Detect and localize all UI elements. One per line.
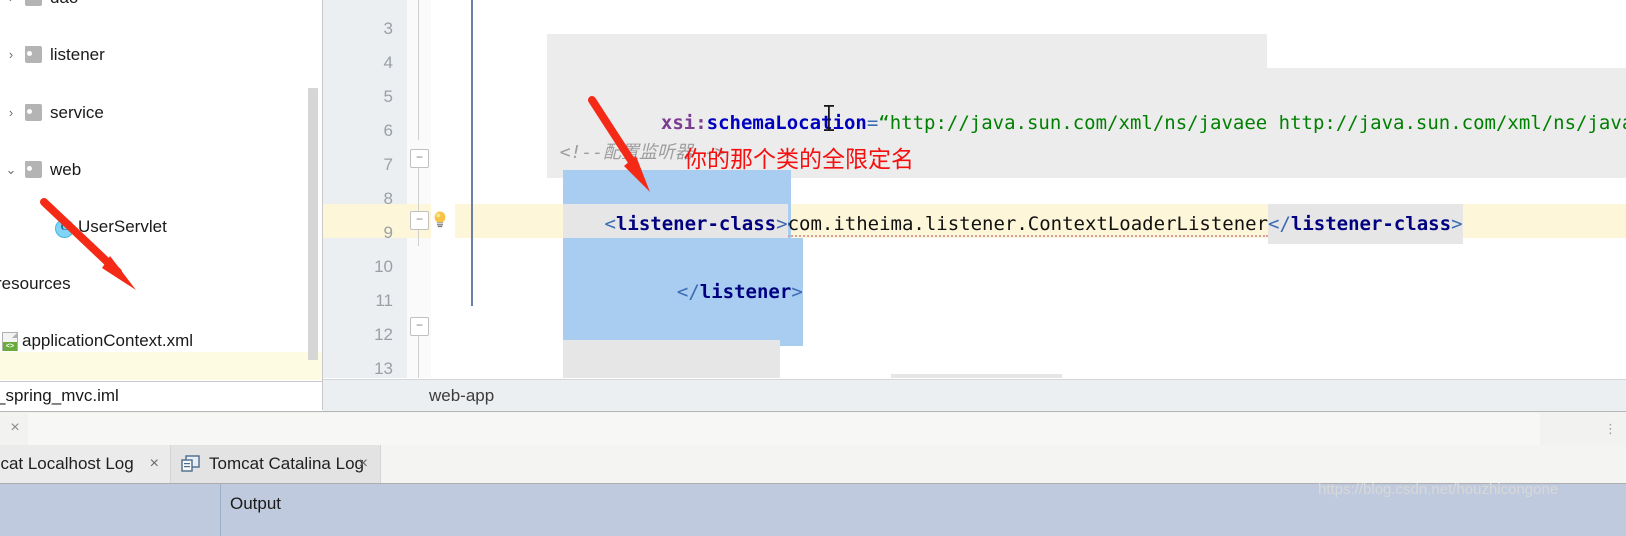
tool-window[interactable]: × ⋮ ncat Localhost Log × Tomcat Catalina… (0, 411, 1626, 536)
code-token-string: “http://java.sun.com/xml/ns/javaee http:… (878, 112, 1626, 134)
code-line-8[interactable]: <listener-class>com.itheima.listener.Con… (471, 170, 1463, 244)
watermark: https://blog.csdn.net/houzhicongone (1318, 481, 1559, 498)
code-line-9[interactable]: </listener> (471, 204, 803, 346)
tree-item-label: listener (50, 45, 105, 64)
tree-item-web[interactable]: ⌄ web (0, 155, 322, 184)
tree-item-dao[interactable]: › dao (0, 0, 322, 12)
tree-item-listener[interactable]: › listener (0, 40, 322, 69)
code-line-12[interactable]: <servlet> (471, 306, 780, 378)
tree-item-applicationcontext-xml[interactable]: <> applicationContext.xml (0, 326, 322, 355)
tab-label: Tomcat Catalina Log (209, 454, 364, 473)
code-token-punct: </ (676, 281, 700, 303)
editor-code-area[interactable]: xmlns:xsi=“http://www.w3.org/2001/XMLSch… (455, 0, 1626, 378)
line-number: 10 (374, 257, 393, 276)
project-tool-window[interactable]: › dao › listener › service ⌄ web C UserS… (0, 0, 323, 410)
java-class-icon: C (55, 219, 74, 238)
folder-icon (25, 46, 42, 63)
line-number: 4 (383, 53, 393, 72)
line-number: 8 (383, 189, 393, 208)
fold-region-line (418, 167, 419, 211)
tab-tomcat-catalina-log[interactable]: Tomcat Catalina Log × (170, 445, 381, 483)
tab-close-icon[interactable]: × (359, 445, 368, 483)
tool-window-tabs-filler (379, 445, 1626, 483)
tool-window-tabs[interactable]: ncat Localhost Log × Tomcat Catalina Log… (0, 445, 1626, 484)
tree-item-label: web (50, 160, 82, 179)
close-icon[interactable]: × (4, 417, 26, 439)
tree-item-label: resources (0, 274, 71, 293)
tree-item-resources[interactable]: resources (0, 269, 322, 298)
xml-file-icon: <> (2, 332, 18, 351)
tool-window-header: × ⋮ (0, 412, 1626, 446)
chevron-right-icon[interactable]: › (2, 0, 20, 12)
tree-item-label: UserServlet (78, 217, 167, 236)
code-token-punct: > (1451, 213, 1463, 235)
fold-collapse-icon[interactable]: − (410, 317, 429, 336)
tool-window-body-left-pane[interactable] (0, 484, 221, 536)
line-number: 9 (383, 223, 393, 242)
line-number: 12 (374, 325, 393, 344)
breadcrumb[interactable]: web-app (429, 380, 494, 411)
tree-highlight-band (0, 352, 322, 380)
chevron-down-icon[interactable]: ⌄ (2, 155, 20, 184)
fold-region-line (418, 230, 419, 246)
lightbulb-icon[interactable] (431, 210, 449, 228)
editor-breadcrumb-bar[interactable]: web-app (323, 379, 1626, 411)
code-token-punct: </ (1268, 213, 1291, 235)
code-line-6[interactable]: <!--配置监听器--> (473, 102, 726, 163)
folder-icon (25, 0, 42, 6)
tab-label: ncat Localhost Log (0, 454, 134, 473)
code-line-4[interactable]: xsi:schemaLocation=“http://java.sun.com/… (455, 34, 1626, 178)
editor-annotation-strip[interactable] (431, 0, 455, 378)
code-token-tag: listener (699, 281, 792, 303)
options-icon[interactable]: ⋮ (1604, 420, 1617, 438)
editor-gutter[interactable]: 3 4 5 6 7 8 9 10 11 12 13 (323, 0, 407, 378)
text-cursor-icon (824, 105, 834, 131)
tree-item-label: applicationContext.xml (22, 331, 194, 350)
code-token-tag: listener-class (1290, 213, 1452, 235)
tree-item-spring-mvc-iml[interactable]: _spring_mvc.iml (0, 382, 322, 410)
output-label: Output (230, 494, 282, 513)
line-number: 3 (383, 19, 393, 38)
ide-window: › dao › listener › service ⌄ web C UserS… (0, 0, 1626, 536)
line-number: 11 (375, 291, 393, 310)
code-line-13[interactable]: <servlet-name>UserServlet</servlet-name> (471, 340, 1063, 378)
fold-collapse-icon[interactable]: − (410, 211, 429, 230)
code-token-punct: > (791, 281, 803, 303)
tree-scrollbar-thumb[interactable] (308, 88, 318, 360)
line-number: 5 (383, 87, 393, 106)
chevron-right-icon[interactable]: › (2, 40, 20, 69)
annotation-text: 你的那个类的全限定名 (684, 147, 914, 173)
tree-item-label: dao (50, 0, 78, 12)
indent-guide (471, 0, 473, 306)
tab-close-icon[interactable]: × (150, 445, 159, 483)
folder-icon (25, 104, 42, 121)
code-editor[interactable]: 3 4 5 6 7 8 9 10 11 12 13 − − − xsi:sche… (323, 0, 1626, 411)
line-number: 6 (383, 121, 393, 140)
tree-item-userservlet[interactable]: C UserServlet (0, 212, 322, 241)
chevron-right-icon[interactable]: › (2, 98, 20, 127)
tab-tomcat-localhost-log[interactable]: ncat Localhost Log × (0, 445, 172, 483)
folder-icon (25, 161, 42, 178)
tree-item-label: _spring_mvc.iml (0, 386, 119, 405)
fold-region-line (418, 336, 419, 378)
tomcat-log-icon (181, 455, 200, 472)
tool-window-header-card (28, 413, 1540, 446)
tree-item-label: service (50, 103, 104, 122)
fold-collapse-icon[interactable]: − (410, 149, 429, 168)
fold-region-line (418, 0, 419, 140)
line-number: 7 (383, 155, 393, 174)
code-token-text: com.itheima.listener.ContextLoaderListen… (787, 213, 1269, 237)
code-line-3[interactable]: xmlns:xsi=“http://www.w3.org/2001/XMLSch… (455, 0, 1268, 144)
code-token-attr: schemaLocation (706, 112, 867, 134)
tree-item-service[interactable]: › service (0, 98, 322, 127)
code-token-punct: = (866, 112, 879, 134)
